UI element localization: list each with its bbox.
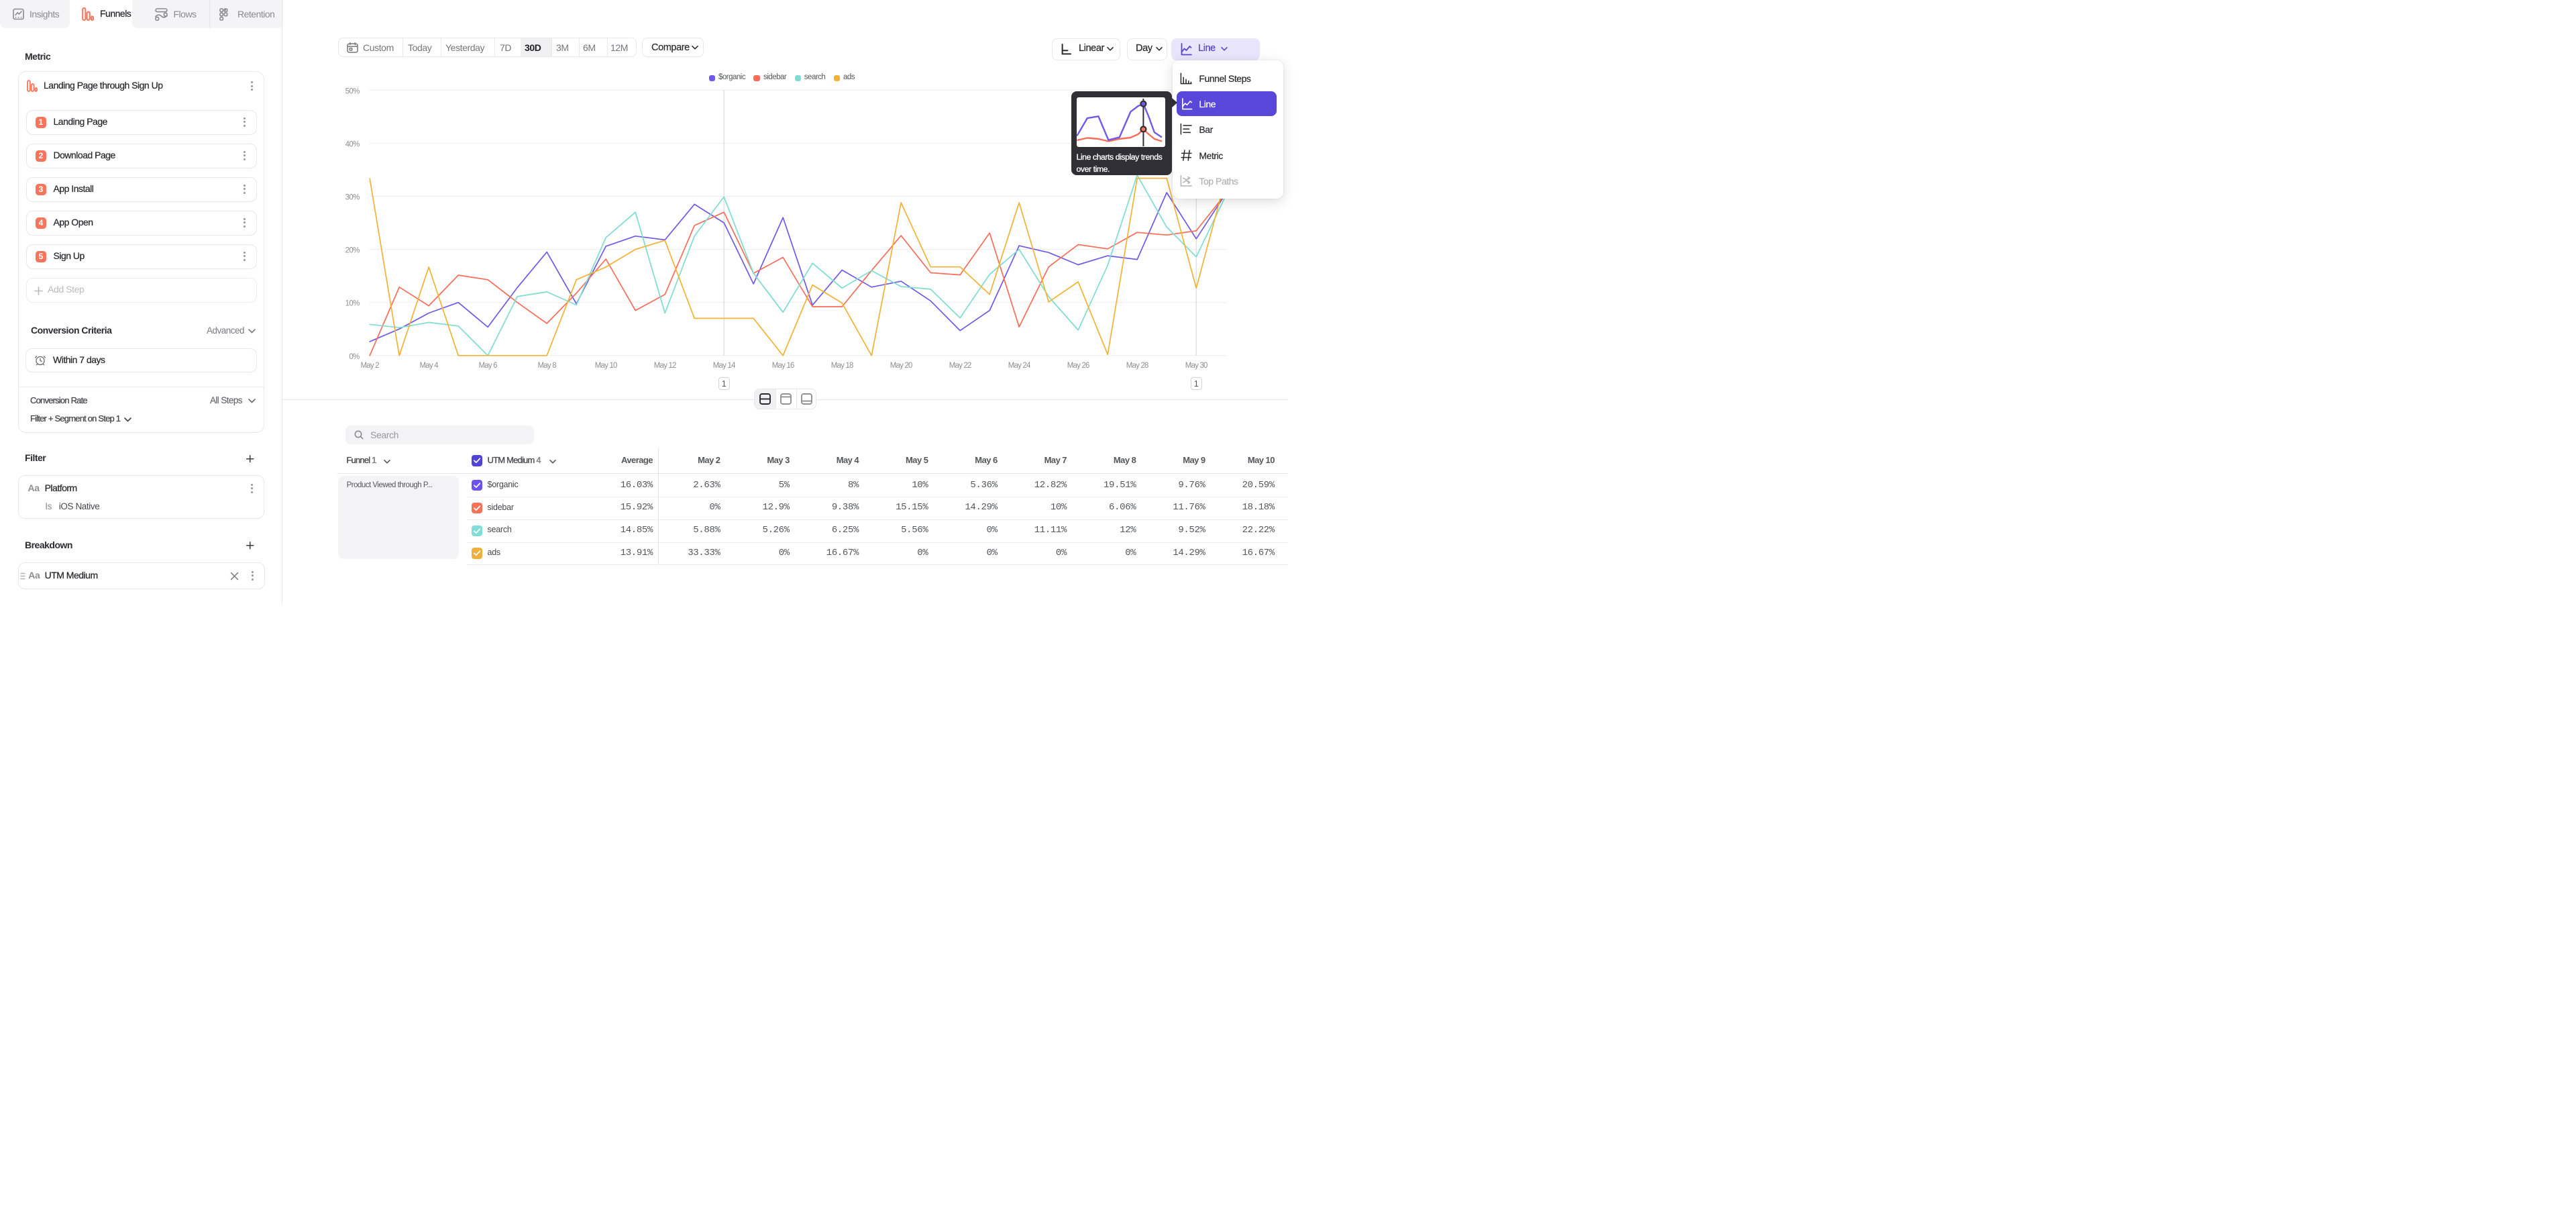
svg-text:May 14: May 14 [713, 362, 736, 370]
svg-text:50%: 50% [345, 87, 360, 95]
svg-text:May 12: May 12 [654, 362, 676, 370]
svg-text:30%: 30% [345, 194, 360, 202]
svg-text:May 10: May 10 [595, 362, 617, 370]
svg-text:May 18: May 18 [831, 362, 853, 370]
svg-text:May 30: May 30 [1185, 362, 1208, 370]
svg-text:May 2: May 2 [361, 362, 380, 370]
svg-text:May 8: May 8 [538, 362, 557, 370]
svg-text:May 24: May 24 [1008, 362, 1031, 370]
svg-text:May 22: May 22 [949, 362, 971, 370]
svg-text:May 20: May 20 [890, 362, 912, 370]
svg-text:May 6: May 6 [479, 362, 498, 370]
svg-text:May 4: May 4 [420, 362, 439, 370]
svg-text:40%: 40% [345, 140, 360, 148]
svg-text:20%: 20% [345, 247, 360, 255]
svg-text:May 28: May 28 [1126, 362, 1148, 370]
svg-text:0%: 0% [349, 353, 360, 361]
svg-text:May 16: May 16 [772, 362, 794, 370]
svg-text:10%: 10% [345, 300, 360, 308]
svg-text:May 26: May 26 [1067, 362, 1089, 370]
